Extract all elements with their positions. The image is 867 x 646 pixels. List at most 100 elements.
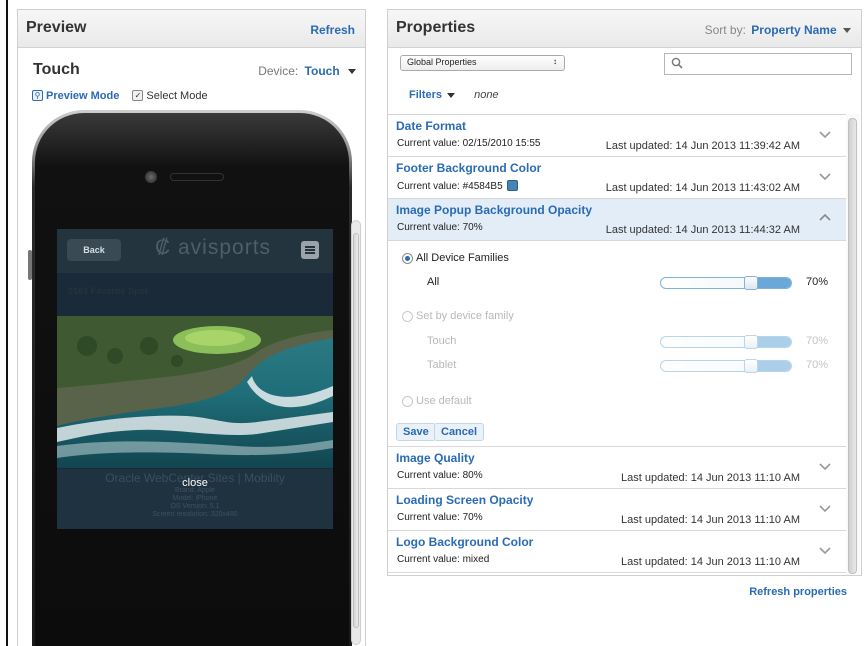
preview-refresh-link[interactable]: Refresh <box>310 23 355 37</box>
property-name[interactable]: Loading Screen Opacity <box>396 493 533 507</box>
refresh-properties-link[interactable]: Refresh properties <box>749 586 847 598</box>
filters-dropdown[interactable]: Filters <box>409 89 456 101</box>
chevron-down-icon[interactable] <box>818 459 832 473</box>
device-os-version: OS Version: 5.1 <box>170 503 220 510</box>
phone-side-button <box>28 250 32 280</box>
use-default-radio[interactable] <box>402 396 413 407</box>
preview-mode-button[interactable]: ⚲ Preview Mode <box>32 90 119 102</box>
phone-frame: Back ₡ avisports 0163 Favorite Spot Orac… <box>28 110 352 646</box>
properties-scrollbar-thumb[interactable] <box>848 118 857 574</box>
all-device-families-radio[interactable] <box>402 253 413 264</box>
save-button[interactable]: Save <box>396 423 436 441</box>
property-current-value: Current value: 70% <box>397 512 483 523</box>
app-logo-text: avisports <box>178 236 272 259</box>
properties-header: Properties Sort by: Property Name <box>388 10 861 48</box>
property-last-updated: Last updated: 14 Jun 2013 11:43:02 AM <box>605 182 800 194</box>
property-current-value: Current value: 80% <box>397 470 483 481</box>
app-header: Back ₡ avisports <box>57 229 333 273</box>
property-editor: All Device Families All 70% Set by devic… <box>388 241 846 447</box>
filters-row: Filters none <box>409 89 499 101</box>
pointer-icon: ✓ <box>132 90 144 101</box>
magnifier-icon: ⚲ <box>32 90 43 101</box>
phone-screen[interactable]: Back ₡ avisports 0163 Favorite Spot Orac… <box>57 229 333 529</box>
property-row[interactable]: Date Format Current value: 02/15/2010 15… <box>388 115 846 157</box>
chevron-down-icon[interactable] <box>818 127 832 141</box>
property-row[interactable]: Loading Screen Opacity Current value: 70… <box>388 489 846 531</box>
property-name[interactable]: Image Popup Background Opacity <box>396 203 592 217</box>
camera-icon <box>145 171 157 183</box>
property-last-updated: Last updated: 14 Jun 2013 11:39:42 AM <box>605 140 800 152</box>
property-last-updated: Last updated: 14 Jun 2013 11:44:32 AM <box>605 224 800 236</box>
property-row[interactable]: Image Quality Current value: 80% Last up… <box>388 447 846 489</box>
properties-scrollbar[interactable] <box>846 114 860 575</box>
all-opacity-slider[interactable] <box>660 276 792 290</box>
all-opacity-value: 70% <box>806 276 829 288</box>
property-row[interactable]: Footer Background Color Current value: #… <box>388 157 846 199</box>
color-swatch <box>506 180 518 191</box>
filters-value: none <box>474 89 499 101</box>
app-back-button[interactable]: Back <box>67 239 121 261</box>
device-value[interactable]: Touch <box>305 64 340 78</box>
tablet-opacity-slider[interactable] <box>660 359 792 373</box>
property-name[interactable]: Image Quality <box>396 451 475 465</box>
device-model: Model: iPhone <box>172 495 218 502</box>
chevron-down-icon[interactable] <box>818 501 832 515</box>
chevron-up-icon[interactable] <box>818 211 832 225</box>
device-title: Touch <box>33 61 80 78</box>
preview-panel: Preview Refresh Touch Device: Touch ⚲ Pr… <box>17 9 366 646</box>
menu-icon[interactable] <box>301 241 319 259</box>
property-row[interactable]: Logo Background Color Current value: mix… <box>388 531 846 573</box>
property-current-value: Current value: 02/15/2010 15:55 <box>397 138 541 149</box>
slider-handle[interactable] <box>744 276 758 290</box>
preview-header: Preview Refresh <box>18 10 365 48</box>
app-caption-area: Oracle WebCenter Sites | Mobility close … <box>57 469 333 529</box>
property-value-text: Current value: #4584B5 <box>397 181 503 192</box>
tablet-opacity-value: 70% <box>806 359 829 371</box>
coastline-photo[interactable] <box>57 316 333 468</box>
preview-scrollbar[interactable] <box>351 220 361 645</box>
property-name[interactable]: Footer Background Color <box>396 161 541 175</box>
properties-title: Properties <box>396 19 476 36</box>
property-last-updated: Last updated: 14 Jun 2013 11:10 AM <box>621 556 800 568</box>
touch-opacity-slider[interactable] <box>660 335 792 349</box>
property-name[interactable]: Date Format <box>396 119 466 133</box>
property-scope-select[interactable]: Global Properties <box>400 55 565 71</box>
preview-title: Preview <box>26 19 87 36</box>
set-by-device-family-radio[interactable] <box>402 311 413 322</box>
cancel-button[interactable]: Cancel <box>434 423 485 441</box>
device-select[interactable]: Device: Touch <box>258 64 356 78</box>
app-article-title: 0163 Favorite Spot <box>68 286 149 296</box>
slider-handle[interactable] <box>744 359 758 373</box>
tablet-family-label: Tablet <box>427 359 457 371</box>
filters-label: Filters <box>409 89 443 101</box>
property-list: Date Format Current value: 02/15/2010 15… <box>388 114 846 575</box>
all-device-families-label: All Device Families <box>416 252 509 264</box>
property-current-value: Current value: mixed <box>397 554 490 565</box>
property-current-value: Current value: #4584B5 <box>397 180 518 192</box>
touch-family-label: Touch <box>427 335 457 347</box>
chevron-down-icon[interactable] <box>818 169 832 183</box>
preview-scrollbar-thumb[interactable] <box>353 233 359 628</box>
properties-panel: Properties Sort by: Property Name Global… <box>387 9 862 576</box>
sort-by-label: Sort by: <box>704 23 746 37</box>
use-default-label: Use default <box>416 395 472 407</box>
sort-by-value[interactable]: Property Name <box>751 23 836 37</box>
photo-close-button[interactable]: close <box>57 477 333 489</box>
property-current-value: Current value: 70% <box>397 222 483 233</box>
window-edge <box>0 0 8 646</box>
search-icon <box>671 57 683 69</box>
speaker-icon <box>170 173 224 181</box>
phone-body: Back ₡ avisports 0163 Favorite Spot Orac… <box>35 113 349 646</box>
property-name[interactable]: Logo Background Color <box>396 535 533 549</box>
property-search-input[interactable] <box>664 53 852 75</box>
select-mode-button[interactable]: ✓ Select Mode <box>132 89 208 102</box>
set-by-device-family-label: Set by device family <box>416 310 514 322</box>
caret-down-icon <box>348 69 356 75</box>
select-mode-label: Select Mode <box>146 89 208 102</box>
property-last-updated: Last updated: 14 Jun 2013 11:10 AM <box>621 514 800 526</box>
slider-handle[interactable] <box>744 335 758 349</box>
property-row-expanded[interactable]: Image Popup Background Opacity Current v… <box>388 199 846 241</box>
caret-down-icon <box>447 92 456 98</box>
sort-by-control[interactable]: Sort by: Property Name <box>705 23 851 37</box>
chevron-down-icon[interactable] <box>818 543 832 557</box>
